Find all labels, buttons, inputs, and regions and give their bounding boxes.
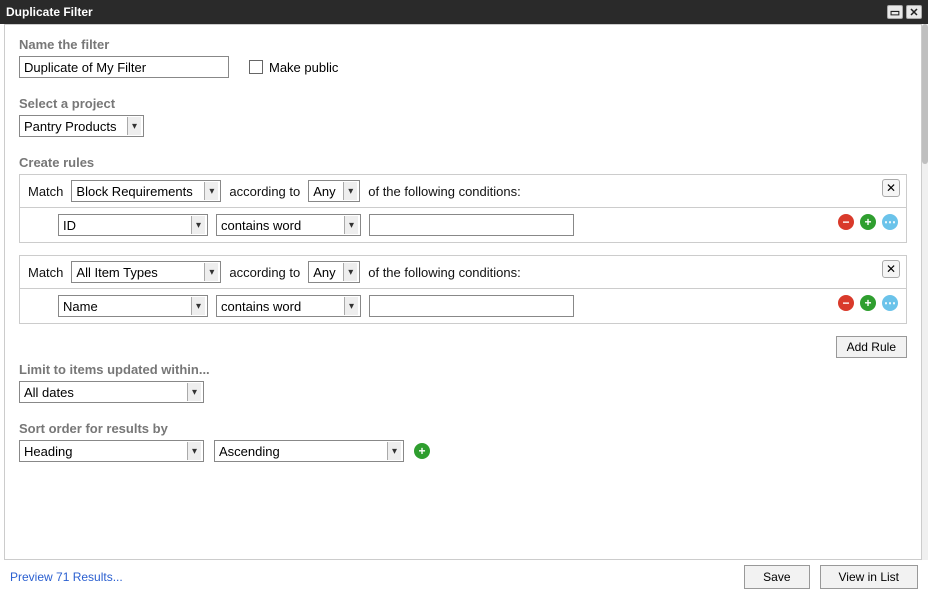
field-select[interactable]: Name [58, 295, 208, 317]
scrollbar-thumb[interactable] [922, 24, 928, 164]
operator-select[interactable]: contains word [216, 214, 361, 236]
operator-select[interactable]: contains word [216, 295, 361, 317]
chevron-down-icon [191, 216, 205, 234]
make-public-checkbox[interactable] [249, 60, 263, 74]
remove-condition-icon[interactable]: − [838, 214, 854, 230]
limit-updated-label: Limit to items updated within... [19, 362, 907, 377]
footer-bar: Preview 71 Results... Save View in List [0, 560, 928, 594]
window-controls: ▭ ✕ [887, 5, 922, 19]
scope-select[interactable]: Any [308, 180, 360, 202]
group-condition-icon[interactable]: ⋯ [882, 214, 898, 230]
select-project-label: Select a project [19, 96, 907, 111]
chevron-down-icon [387, 442, 401, 460]
match-label: Match [26, 265, 63, 280]
remove-rule-button[interactable]: ✕ [882, 260, 900, 278]
titlebar: Duplicate Filter ▭ ✕ [0, 0, 928, 24]
add-sort-icon[interactable]: + [414, 443, 430, 459]
chevron-down-icon [204, 263, 218, 281]
sort-order-label: Sort order for results by [19, 421, 907, 436]
chevron-down-icon [127, 117, 141, 135]
following-conditions-label: of the following conditions: [368, 184, 520, 199]
according-to-label: according to [229, 265, 300, 280]
filter-name-input[interactable] [19, 56, 229, 78]
condition-value-input[interactable] [369, 295, 574, 317]
chevron-down-icon [191, 297, 205, 315]
sort-field-select[interactable]: Heading [19, 440, 204, 462]
add-condition-icon[interactable]: + [860, 214, 876, 230]
preview-results-link[interactable]: Preview 71 Results... [10, 570, 123, 584]
add-condition-icon[interactable]: + [860, 295, 876, 311]
save-button[interactable]: Save [744, 565, 809, 589]
following-conditions-label: of the following conditions: [368, 265, 520, 280]
condition-value-input[interactable] [369, 214, 574, 236]
chevron-down-icon [187, 442, 201, 460]
create-rules-label: Create rules [19, 155, 907, 170]
chevron-down-icon [343, 263, 357, 281]
name-filter-label: Name the filter [19, 37, 907, 52]
view-in-list-button[interactable]: View in List [820, 565, 918, 589]
dialog-body: Name the filter Make public Select a pro… [4, 24, 922, 560]
field-select[interactable]: ID [58, 214, 208, 236]
rule-block: Match All Item Types according to Any of… [19, 255, 907, 324]
remove-rule-button[interactable]: ✕ [882, 179, 900, 197]
add-rule-button[interactable]: Add Rule [836, 336, 907, 358]
chevron-down-icon [344, 297, 358, 315]
make-public-label: Make public [269, 60, 338, 75]
sort-direction-select[interactable]: Ascending [214, 440, 404, 462]
minimize-icon[interactable]: ▭ [887, 5, 903, 19]
rule-block: Match Block Requirements according to An… [19, 174, 907, 243]
close-icon[interactable]: ✕ [906, 5, 922, 19]
vertical-scrollbar[interactable] [922, 24, 928, 560]
window-title: Duplicate Filter [6, 5, 93, 19]
limit-dates-select[interactable]: All dates [19, 381, 204, 403]
chevron-down-icon [344, 216, 358, 234]
project-select[interactable]: Pantry Products [19, 115, 144, 137]
match-label: Match [26, 184, 63, 199]
chevron-down-icon [187, 383, 201, 401]
project-select-value: Pantry Products [24, 119, 117, 134]
chevron-down-icon [343, 182, 357, 200]
according-to-label: according to [229, 184, 300, 199]
scope-select[interactable]: Any [308, 261, 360, 283]
remove-condition-icon[interactable]: − [838, 295, 854, 311]
group-condition-icon[interactable]: ⋯ [882, 295, 898, 311]
chevron-down-icon [204, 182, 218, 200]
item-type-select[interactable]: All Item Types [71, 261, 221, 283]
item-type-select[interactable]: Block Requirements [71, 180, 221, 202]
